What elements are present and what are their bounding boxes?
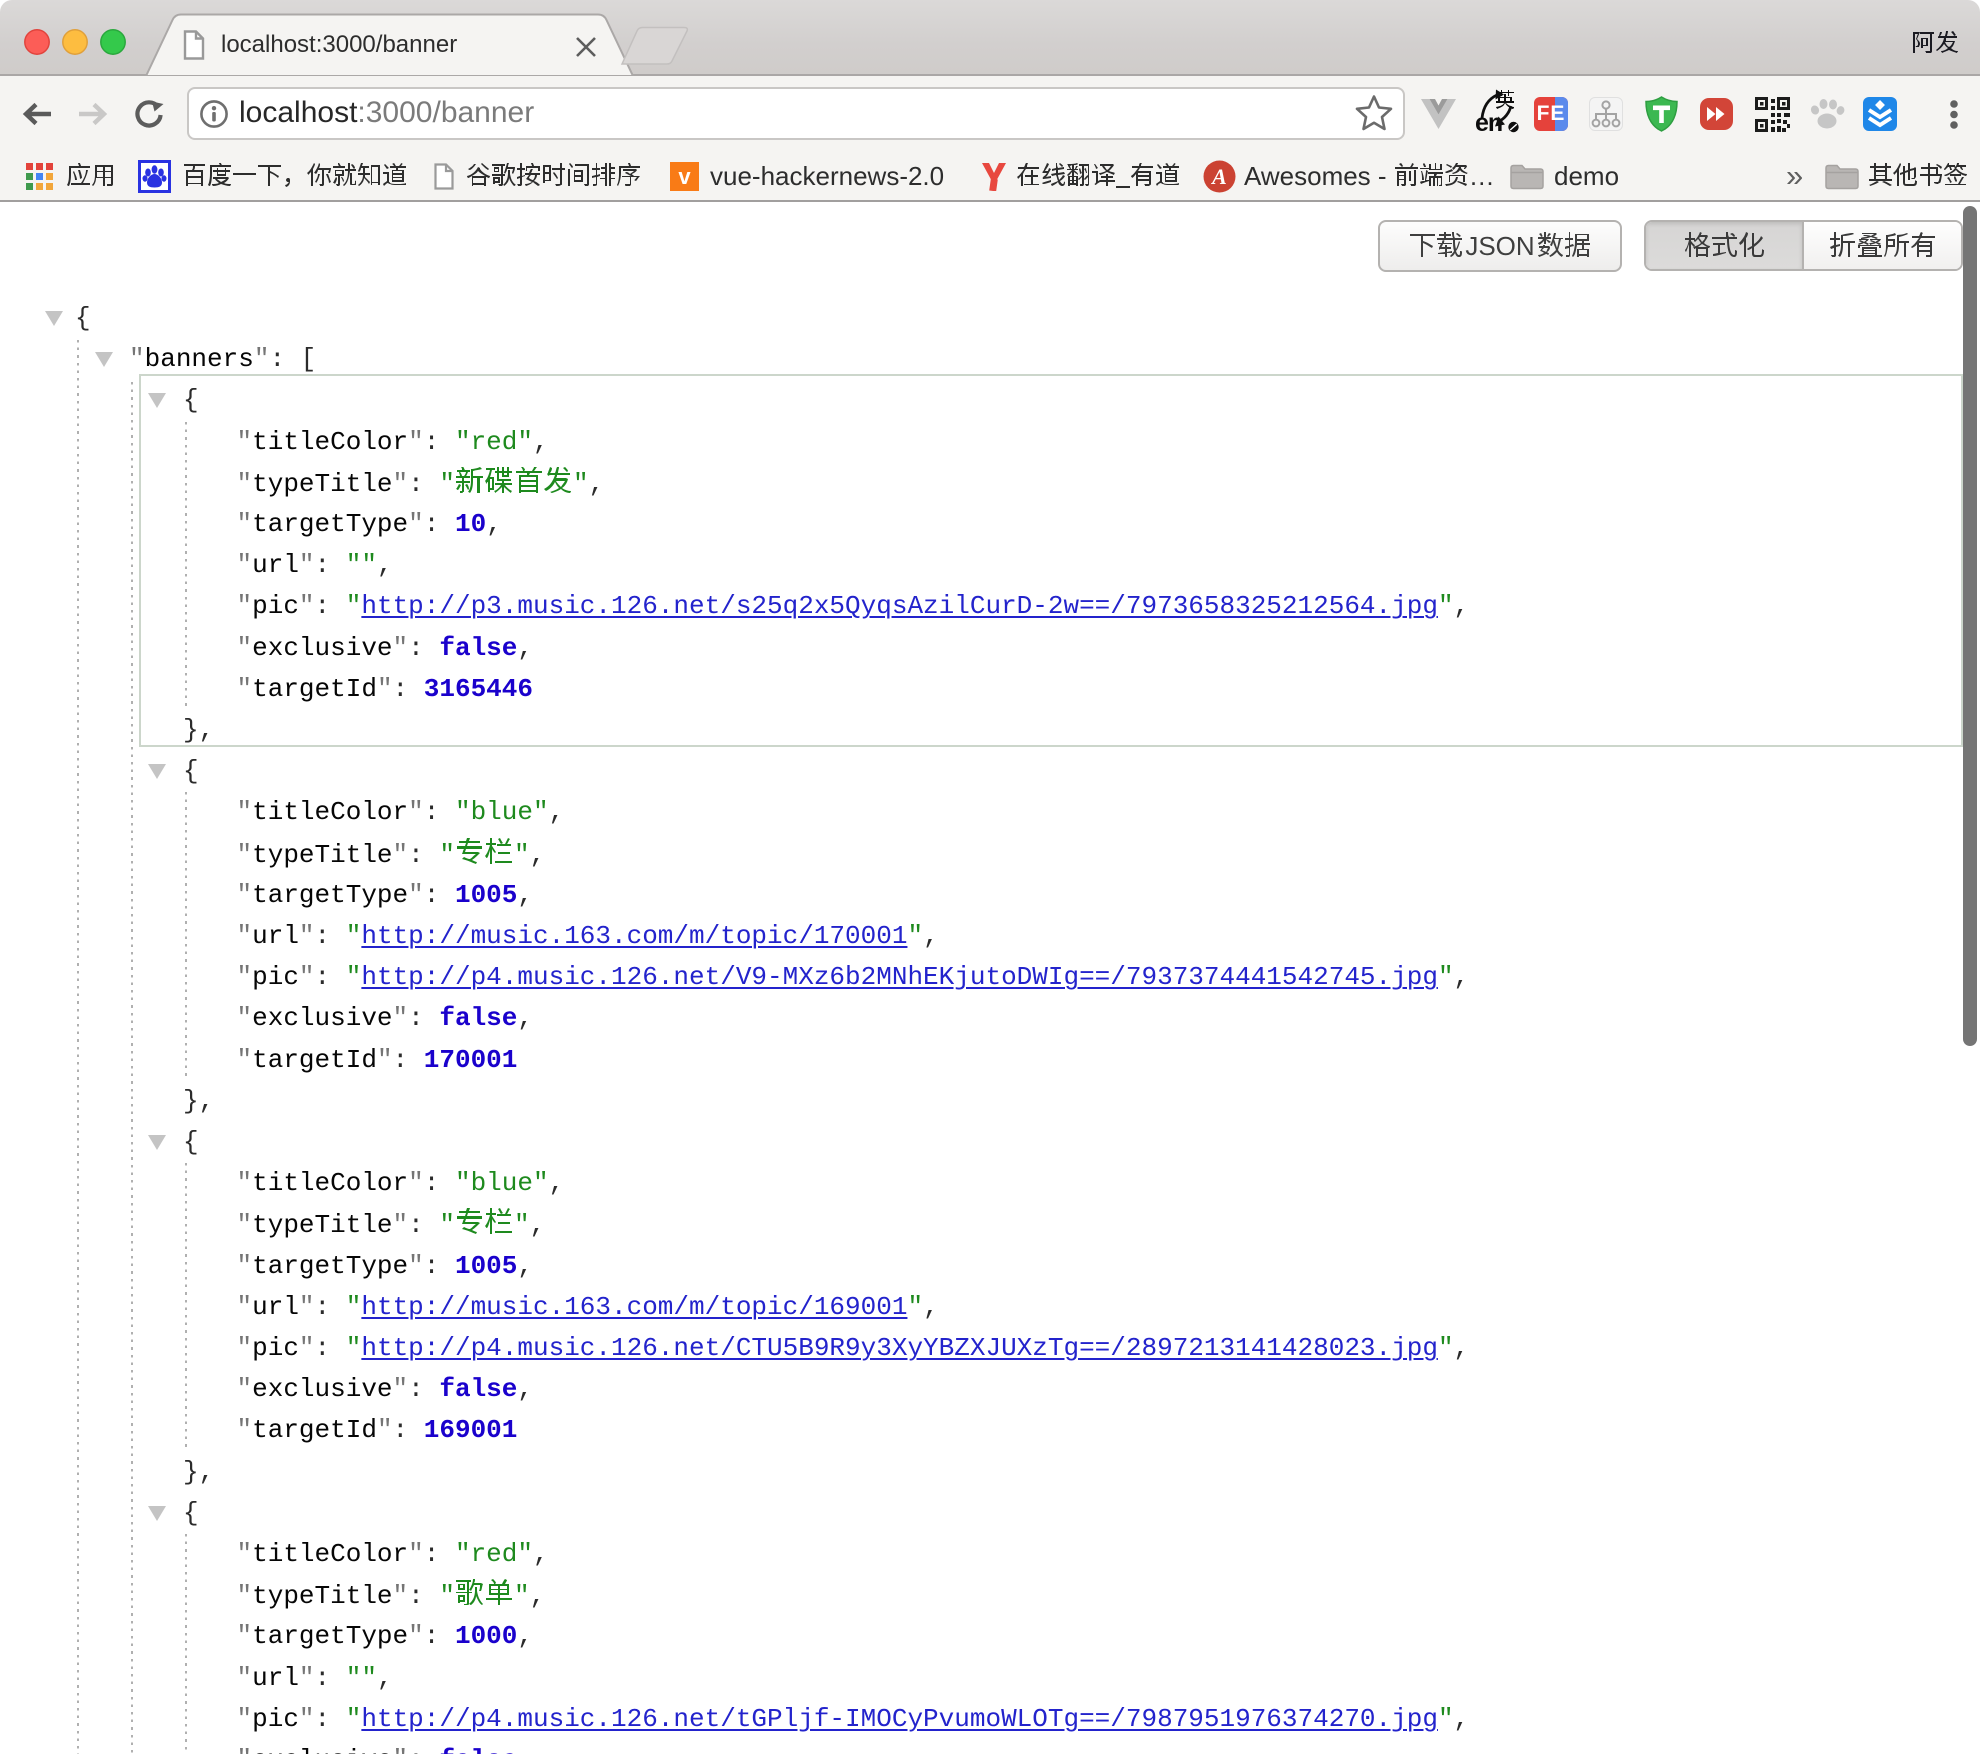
svg-text:A: A <box>1210 164 1227 189</box>
